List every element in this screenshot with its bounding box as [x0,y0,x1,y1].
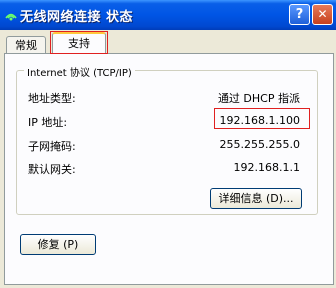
support-tab-highlight [50,31,108,54]
title-bar: 无线网络连接 状态 ? ✕ [0,0,336,30]
default-gateway-value: 192.168.1.1 [233,161,300,174]
details-button[interactable]: 详细信息 (D)... [210,188,302,209]
close-button[interactable]: ✕ [312,4,333,25]
repair-button[interactable]: 修复 (P) [20,234,96,255]
tab-general[interactable]: 常规 [6,36,46,54]
groupbox-title: Internet 协议 (TCP/IP) [24,64,135,79]
help-button[interactable]: ? [289,4,310,25]
address-type-value: 通过 DHCP 指派 [217,92,300,105]
ip-address-label: IP 地址: [28,116,68,129]
address-type-label: 地址类型: [28,92,76,105]
wireless-network-icon [5,13,17,21]
ip-address-highlight [214,108,310,129]
subnet-mask-value: 255.255.255.0 [219,138,300,151]
subnet-mask-label: 子网掩码: [28,140,76,153]
default-gateway-label: 默认网关: [28,163,76,176]
window-title: 无线网络连接 状态 [20,10,134,25]
